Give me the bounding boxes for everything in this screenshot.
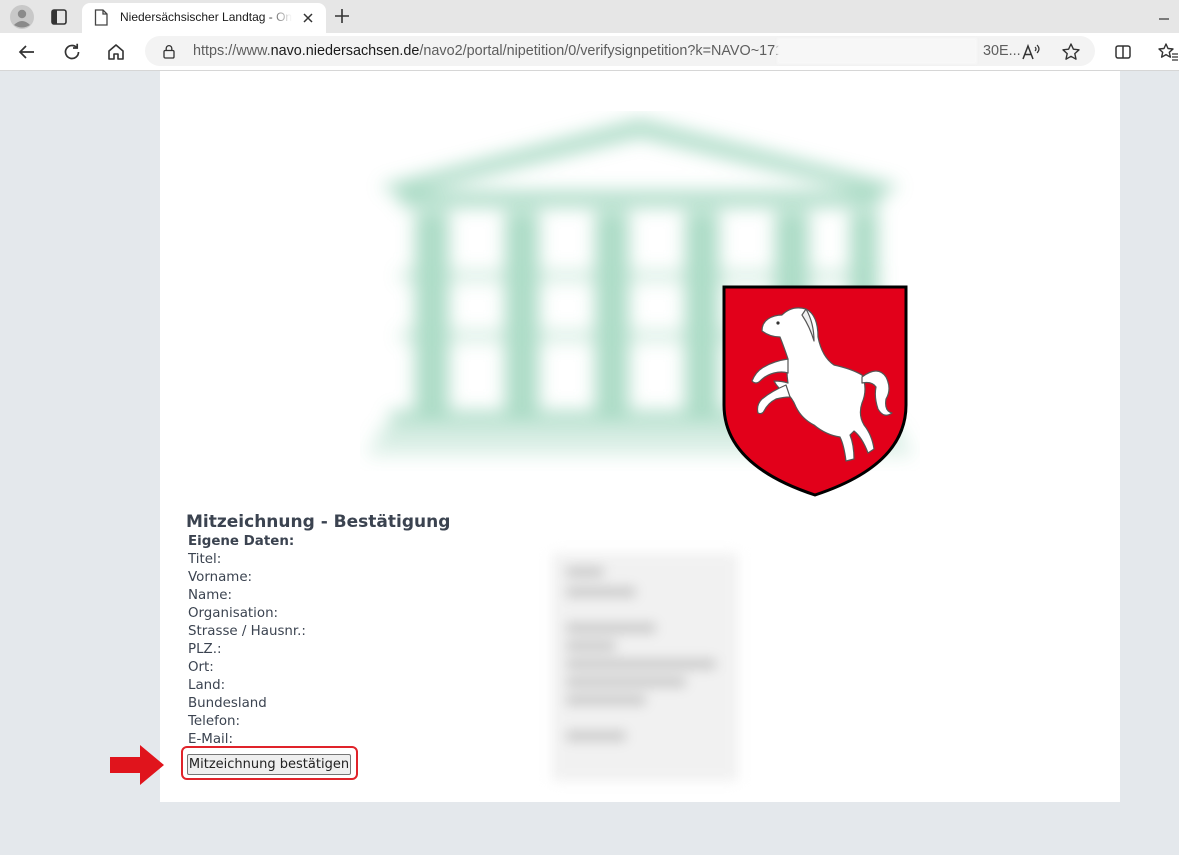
field-label-bundesland: Bundesland	[188, 696, 267, 711]
tab-actions-icon	[51, 9, 67, 25]
tab-title: Niedersächsischer Landtag - Online-Petit…	[120, 10, 292, 24]
url-tail: 30E...	[983, 43, 1021, 59]
tab-actions-button[interactable]	[50, 8, 68, 26]
favorites-button[interactable]	[1157, 41, 1179, 63]
address-bar[interactable]: https://www.navo.niedersachsen.de/navo2/…	[145, 36, 1095, 66]
favorites-icon	[1158, 43, 1178, 61]
field-label-strasse: Strasse / Hausnr.:	[188, 624, 306, 639]
profile-icon	[10, 5, 34, 29]
url-prefix: https://www.	[193, 43, 271, 59]
field-label-telefon: Telefon:	[188, 714, 241, 729]
arrow-right-icon	[110, 745, 164, 785]
split-screen-icon	[1115, 45, 1131, 59]
field-label-ort: Ort:	[188, 660, 214, 675]
redacted-values	[552, 553, 738, 781]
coat-of-arms	[722, 285, 908, 497]
browser-tab-strip: Niedersächsischer Landtag - Online-Petit…	[0, 0, 1179, 33]
browser-toolbar: https://www.navo.niedersachsen.de/navo2/…	[0, 33, 1179, 71]
field-label-vorname: Vorname:	[188, 570, 253, 585]
field-label-land: Land:	[188, 678, 226, 693]
minimize-icon	[1159, 18, 1169, 20]
add-favorite-button[interactable]	[1060, 41, 1082, 63]
field-label-organisation: Organisation:	[188, 606, 279, 621]
confirm-signature-button[interactable]: Mitzeichnung bestätigen	[187, 754, 351, 775]
page-content: Mitzeichnung - Bestätigung Eigene Daten:…	[110, 71, 1120, 802]
url-path: /navo2/portal/nipetition/0/verifysignpet…	[419, 43, 784, 59]
new-tab-button[interactable]	[332, 6, 352, 26]
home-button[interactable]	[105, 41, 127, 63]
field-label-titel: Titel:	[188, 552, 222, 567]
minimize-button[interactable]	[1158, 6, 1170, 20]
back-arrow-icon	[18, 45, 34, 59]
url-host: navo.niedersachsen.de	[270, 43, 420, 59]
page-icon	[94, 9, 108, 26]
close-icon[interactable]	[300, 10, 316, 26]
field-label-plz: PLZ.:	[188, 642, 222, 657]
plus-icon	[335, 9, 349, 23]
back-button[interactable]	[16, 41, 38, 63]
home-icon	[108, 44, 124, 60]
read-aloud-button[interactable]	[1021, 42, 1043, 62]
field-label-name: Name:	[188, 588, 233, 603]
lock-icon[interactable]	[162, 44, 176, 59]
url-redaction	[777, 38, 977, 64]
profile-button[interactable]	[10, 5, 34, 29]
split-screen-button[interactable]	[1112, 41, 1134, 63]
refresh-icon	[64, 43, 80, 60]
form-title: Mitzeichnung - Bestätigung	[186, 512, 451, 532]
read-aloud-icon	[1022, 43, 1040, 60]
active-tab[interactable]: Niedersächsischer Landtag - Online-Petit…	[82, 3, 326, 33]
star-icon	[1062, 43, 1080, 60]
refresh-button[interactable]	[61, 41, 83, 63]
section-label-own-data: Eigene Daten:	[188, 534, 295, 549]
